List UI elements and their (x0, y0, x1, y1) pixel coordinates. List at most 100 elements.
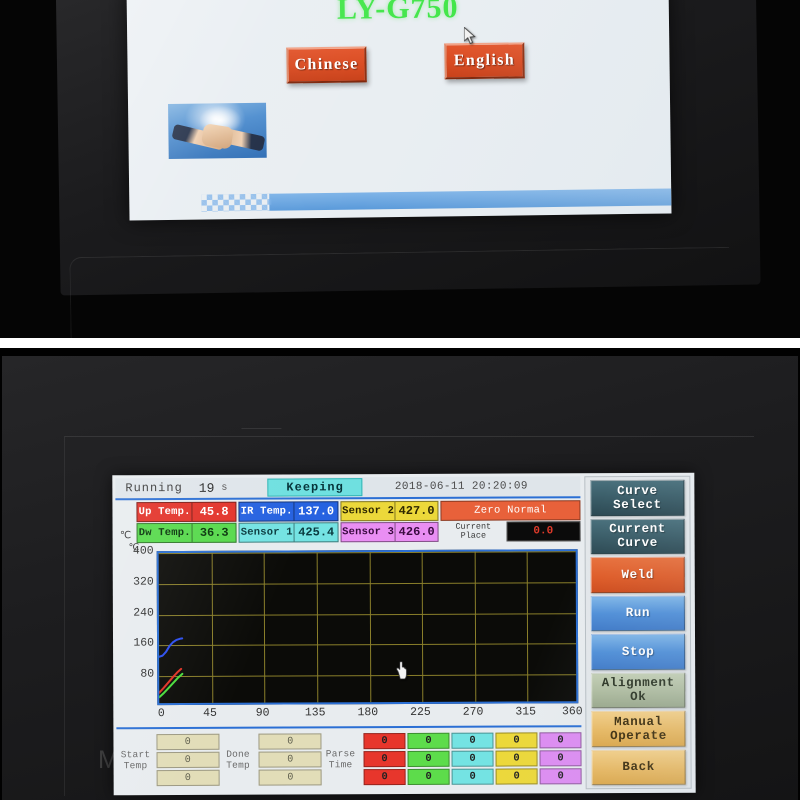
parse-time-cell-3-3[interactable]: 0 (451, 768, 494, 785)
english-language-button[interactable]: English (444, 42, 525, 80)
parse-time-cell-4-1[interactable]: 0 (495, 732, 538, 749)
parse-time-label: Parse Time (322, 748, 360, 770)
weld-button[interactable]: Weld (590, 556, 685, 593)
start-temp-value-2[interactable]: 0 (156, 751, 220, 769)
readout-sensor-1: Sensor 1 425.4 (238, 522, 339, 543)
readout-ir-temp: IR Temp. 137.0 (238, 501, 339, 522)
footer-blue-bar (269, 188, 672, 211)
parse-time-cell-5-2[interactable]: 0 (539, 750, 582, 767)
start-temp-value-1[interactable]: 0 (156, 733, 220, 751)
manual-operate-button-label-line2: Operate (610, 728, 667, 743)
readout-sensor-3-label: Sensor 3 (342, 526, 395, 539)
chart-plot-area[interactable] (156, 549, 579, 706)
readout-sensor-3-value: 426.0 (394, 522, 438, 542)
parse-time-cell-5-1[interactable]: 0 (539, 732, 582, 749)
alignment-ok-button[interactable]: Alignment Ok (591, 672, 686, 709)
hmi-button-column: Curve Select Current Curve Weld Run Stop Alignm… (584, 475, 692, 790)
readout-sensor-1-value: 425.4 (293, 523, 338, 542)
chart-series-dw-temp (159, 674, 182, 697)
run-button[interactable]: Run (590, 595, 685, 632)
current-place-label-line2: Place (460, 530, 487, 541)
curve-select-button-label: Curve (617, 483, 658, 498)
readout-sensor-2-value: 427.0 (394, 501, 438, 521)
chart-y-tick-label: 240 (133, 606, 154, 620)
parse-time-column: 000 (539, 732, 582, 785)
start-temp-value-3[interactable]: 0 (156, 769, 220, 787)
parse-time-cell-2-3[interactable]: 0 (407, 768, 450, 785)
run-button-label: Run (625, 606, 651, 621)
current-curve-button-label: Current (609, 522, 666, 537)
parse-time-cell-3-1[interactable]: 0 (451, 732, 494, 749)
temperature-readout-grid: ℃ Up Temp. 45.8 Dw Temp. 36.3 IR Temp. 1… (115, 500, 581, 544)
parse-time-cell-1-2[interactable]: 0 (363, 750, 406, 768)
readout-dw-temp-label: Dw Temp. (138, 526, 191, 540)
readout-ir-temp-label: IR Temp. (240, 505, 293, 518)
screen-footer-stripe (129, 188, 672, 212)
readout-up-temp: Up Temp. 45.8 (136, 501, 237, 523)
chart-series-lines (159, 551, 577, 705)
done-temp-label-line1: Done (226, 748, 250, 760)
handshake-grip (200, 123, 235, 150)
readout-sensor-1-label: Sensor 1 (240, 526, 293, 539)
start-temp-label: Start Temp (117, 749, 155, 771)
readout-dw-temp: Dw Temp. 36.3 (136, 522, 237, 544)
chart-x-tick-label: 135 (304, 706, 326, 720)
arrow-cursor-icon (464, 26, 476, 45)
start-temp-label-line2: Temp (123, 760, 148, 772)
current-place-value: 0.0 (506, 521, 581, 542)
chart-x-tick-label: 360 (561, 705, 583, 719)
elapsed-seconds-unit: s (221, 482, 228, 494)
done-temp-value-1[interactable]: 0 (258, 733, 322, 750)
parse-time-label-line2: Time (328, 759, 353, 771)
parse-time-cell-4-2[interactable]: 0 (495, 750, 538, 767)
current-curve-button[interactable]: Current Curve (590, 518, 685, 555)
chart-x-tick-label: 270 (462, 705, 484, 719)
parse-time-cell-2-2[interactable]: 0 (407, 750, 450, 767)
done-temp-value-2[interactable]: 0 (258, 751, 322, 768)
readout-sensor-3: Sensor 3 426.0 (340, 521, 439, 543)
parse-time-grid: 000000000000000 (363, 732, 582, 786)
chart-x-tick-label: 0 (157, 707, 165, 721)
chart-x-tick-label: 45 (203, 706, 217, 720)
parse-time-label-line1: Parse (325, 748, 356, 760)
chart-y-tick-label: 160 (133, 636, 155, 651)
done-temp-values: 0 0 0 (258, 733, 322, 786)
zero-status-indicator: Zero Normal (440, 500, 581, 521)
parse-time-cell-3-2[interactable]: 0 (451, 750, 494, 767)
done-temp-value-3[interactable]: 0 (259, 769, 322, 786)
start-temp-values: 0 0 0 (156, 733, 220, 787)
temperature-chart: ℃ 80 160 240 320 400 0 45 90 135 180 225 270 315 360 (116, 542, 583, 726)
start-temp-label-line1: Start (120, 749, 151, 761)
top-bezel-contour-line (69, 246, 731, 338)
parse-time-cell-1-1[interactable]: 0 (363, 732, 406, 750)
parse-time-column: 000 (451, 732, 494, 785)
stop-button[interactable]: Stop (591, 633, 686, 670)
back-button[interactable]: Back (591, 749, 686, 786)
chart-x-tick-label: 180 (357, 706, 379, 720)
hmi-device-photo-panel: MCGS Running 19 s Keeping 2018-06-11 20:… (0, 348, 800, 800)
readout-sensor-2-label: Sensor 2 (342, 505, 395, 518)
manual-operate-button[interactable]: Manual Operate (591, 710, 686, 747)
parse-time-column: 000 (407, 732, 450, 785)
parse-time-column: 000 (363, 732, 406, 786)
chart-x-tick-label: 225 (410, 705, 431, 719)
datetime-display: 2018-06-11 20:20:09 (394, 480, 528, 494)
parse-time-cell-5-3[interactable]: 0 (539, 768, 582, 785)
curve-select-button-label-line2: Select (613, 497, 662, 512)
weld-button-label: Weld (621, 567, 654, 582)
chart-x-tick-label: 90 (255, 706, 270, 720)
readout-dw-temp-value: 36.3 (191, 523, 236, 542)
manual-operate-button-label: Manual (614, 714, 663, 729)
footer-checker-pattern (201, 193, 272, 212)
parse-time-cell-4-3[interactable]: 0 (495, 768, 538, 785)
readout-ir-temp-value: 137.0 (293, 502, 338, 521)
parse-time-cell-2-1[interactable]: 0 (407, 732, 450, 749)
alignment-ok-button-label-line2: Ok (630, 690, 647, 705)
curve-select-button[interactable]: Curve Select (590, 479, 685, 516)
chinese-language-button[interactable]: Chinese (286, 46, 367, 84)
top-device-photo-panel: LY-G750 Chinese English (0, 0, 800, 338)
parse-time-cell-1-3[interactable]: 0 (363, 768, 406, 786)
hmi-touch-screen: Running 19 s Keeping 2018-06-11 20:20:09… (112, 472, 696, 796)
language-select-screen: LY-G750 Chinese English (126, 0, 672, 221)
chart-y-axis: ℃ 80 160 240 320 400 (116, 542, 158, 704)
